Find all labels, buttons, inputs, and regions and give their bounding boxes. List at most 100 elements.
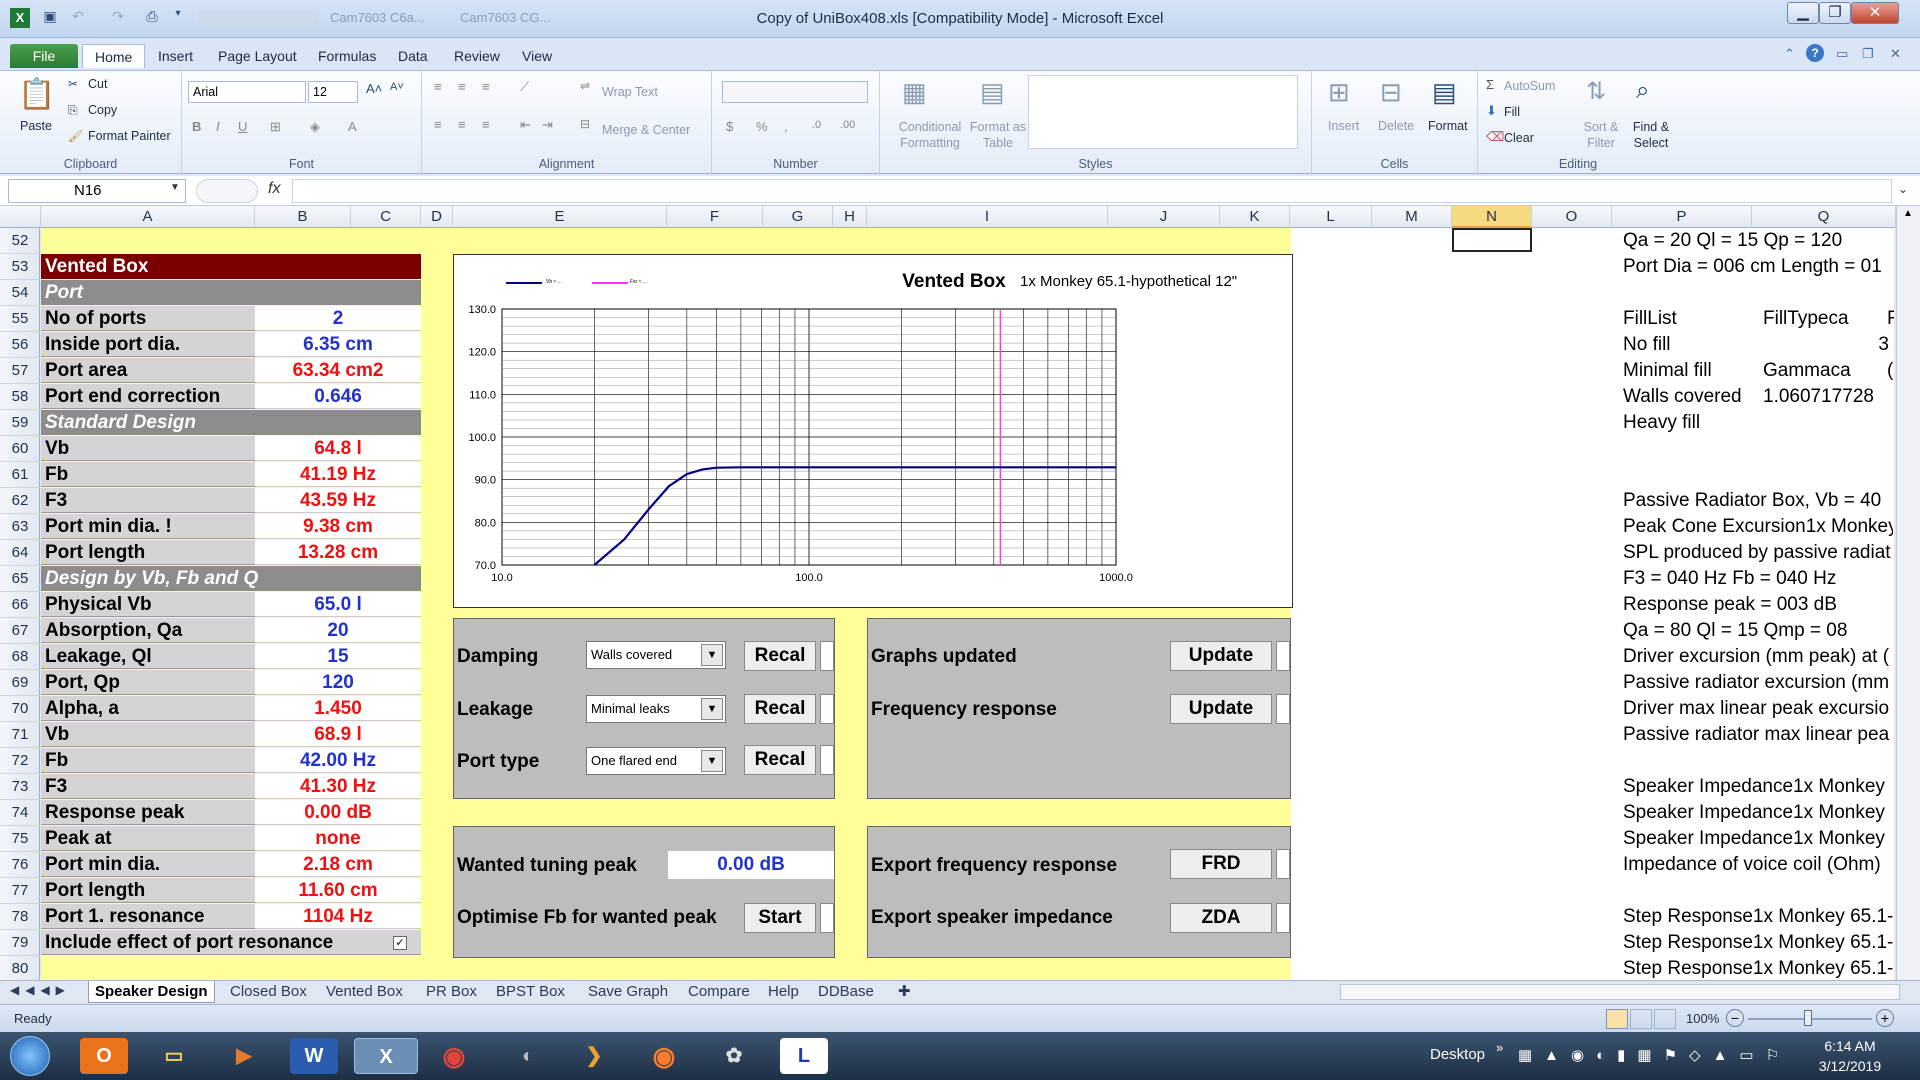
- tab-home[interactable]: Home: [82, 44, 146, 68]
- leakage-recal-button[interactable]: Recal: [744, 694, 816, 724]
- conditional-formatting-button[interactable]: Conditional Formatting: [890, 119, 970, 151]
- normal-view-icon[interactable]: [1606, 1009, 1628, 1029]
- sheet-tab[interactable]: Compare: [682, 981, 756, 1003]
- cell-p[interactable]: Qa = 20 Ql = 15 Qp = 120: [1623, 230, 1893, 252]
- column-header-c[interactable]: C: [351, 206, 421, 228]
- row-header[interactable]: 61: [0, 462, 40, 488]
- column-header-g[interactable]: G: [763, 206, 833, 228]
- param-value[interactable]: 13.28 cm: [255, 540, 421, 565]
- param-value[interactable]: 15: [255, 644, 421, 669]
- row-header[interactable]: 67: [0, 618, 40, 644]
- param-value[interactable]: 0.646: [255, 384, 421, 409]
- column-header-n[interactable]: N: [1452, 206, 1532, 228]
- param-value[interactable]: 1.450: [255, 696, 421, 721]
- column-header-l[interactable]: L: [1290, 206, 1372, 228]
- tab-data[interactable]: Data: [386, 44, 440, 68]
- shrink-font-icon[interactable]: A˅: [390, 81, 404, 93]
- row-header[interactable]: 69: [0, 670, 40, 696]
- wrap-text-button[interactable]: Wrap Text: [602, 85, 658, 99]
- row-header[interactable]: 54: [0, 280, 40, 306]
- font-color-icon[interactable]: A: [348, 119, 357, 134]
- insert-sheet-icon[interactable]: ✚: [892, 981, 917, 1003]
- param-value[interactable]: 20: [255, 618, 421, 643]
- workbook-minimize-icon[interactable]: ▭: [1836, 46, 1848, 62]
- column-header-o[interactable]: O: [1532, 206, 1612, 228]
- param-value[interactable]: 2.18 cm: [255, 852, 421, 877]
- cell-p[interactable]: Passive Radiator Box, Vb = 40: [1623, 490, 1893, 512]
- page-layout-view-icon[interactable]: [1630, 1009, 1652, 1029]
- column-header-p[interactable]: P: [1612, 206, 1752, 228]
- sheet-tab[interactable]: Help: [762, 981, 805, 1003]
- cell-r[interactable]: F: [1887, 308, 1894, 330]
- firefox-icon[interactable]: ◉: [640, 1038, 688, 1074]
- underline-icon[interactable]: U: [238, 119, 247, 134]
- row-header[interactable]: 68: [0, 644, 40, 670]
- damping-recal-button[interactable]: Recal: [744, 641, 816, 671]
- zoom-in-icon[interactable]: +: [1876, 1009, 1894, 1027]
- cell-p[interactable]: Driver max linear peak excursio: [1623, 698, 1893, 720]
- find-select-button[interactable]: Find & Select: [1626, 119, 1676, 151]
- cell-r[interactable]: (: [1887, 360, 1893, 382]
- param-value[interactable]: 64.8 l: [255, 436, 421, 461]
- cut-button[interactable]: Cut: [88, 77, 107, 91]
- sheet-tab[interactable]: Save Graph: [582, 981, 674, 1003]
- frequency-update-button[interactable]: Update: [1170, 694, 1272, 724]
- orientation-icon[interactable]: ⟋: [520, 79, 529, 95]
- row-header[interactable]: 62: [0, 488, 40, 514]
- merge-center-button[interactable]: Merge & Center: [602, 123, 690, 137]
- scroll-up-icon[interactable]: ▲: [1899, 208, 1917, 226]
- zda-button[interactable]: ZDA: [1170, 903, 1272, 933]
- frd-button[interactable]: FRD: [1170, 849, 1272, 879]
- cell-p[interactable]: Qa = 80 Ql = 15 Qmp = 08: [1623, 620, 1893, 642]
- italic-icon[interactable]: I: [216, 119, 220, 134]
- app-icon-3[interactable]: L: [780, 1038, 828, 1074]
- cell-p[interactable]: Step Response1x Monkey 65.1-: [1623, 906, 1893, 928]
- row-header[interactable]: 66: [0, 592, 40, 618]
- param-value[interactable]: 9.38 cm: [255, 514, 421, 539]
- selected-cell-n16[interactable]: [1452, 228, 1532, 252]
- fill-button[interactable]: Fill: [1504, 105, 1520, 119]
- sheet-tab[interactable]: Speaker Design: [88, 981, 215, 1003]
- vented-box-chart[interactable]: Vented Box 1x Monkey 65.1-hypothetical 1…: [453, 254, 1293, 608]
- row-header[interactable]: 77: [0, 878, 40, 904]
- format-painter-button[interactable]: Format Painter: [88, 129, 171, 143]
- tab-insert[interactable]: Insert: [146, 44, 205, 68]
- grow-font-icon[interactable]: A˄: [366, 81, 382, 96]
- percent-icon[interactable]: %: [756, 119, 768, 134]
- comma-icon[interactable]: ,: [784, 119, 788, 134]
- borders-icon[interactable]: ⊞: [270, 119, 281, 135]
- start-button[interactable]: Start: [744, 903, 816, 933]
- align-top-icon[interactable]: ≡: [434, 79, 442, 94]
- param-value[interactable]: 41.30 Hz: [255, 774, 421, 799]
- column-header-f[interactable]: F: [667, 206, 763, 228]
- insert-function-icon[interactable]: fx: [268, 180, 280, 198]
- cell-p[interactable]: Passive radiator max linear pea: [1623, 724, 1893, 746]
- format-cells-button[interactable]: Format: [1428, 119, 1468, 133]
- align-bottom-icon[interactable]: ≡: [482, 79, 490, 94]
- decrease-indent-icon[interactable]: ⇤: [520, 117, 531, 133]
- column-header-j[interactable]: J: [1108, 206, 1220, 228]
- plex-icon[interactable]: ❯: [570, 1038, 618, 1074]
- param-value[interactable]: 11.60 cm: [255, 878, 421, 903]
- row-header[interactable]: 75: [0, 826, 40, 852]
- column-header-e[interactable]: E: [453, 206, 667, 228]
- port-type-recal-button[interactable]: Recal: [744, 745, 816, 775]
- zoom-level[interactable]: 100%: [1686, 1011, 1719, 1026]
- column-header-d[interactable]: D: [421, 206, 453, 228]
- align-left-icon[interactable]: ≡: [434, 117, 442, 132]
- param-value[interactable]: 6.35 cm: [255, 332, 421, 357]
- clock-time[interactable]: 6:14 AM: [1790, 1038, 1910, 1054]
- align-middle-icon[interactable]: ≡: [458, 79, 466, 94]
- param-value[interactable]: 42.00 Hz: [255, 748, 421, 773]
- row-header[interactable]: 56: [0, 332, 40, 358]
- sheet-tab[interactable]: BPST Box: [490, 981, 571, 1003]
- name-box-dropdown-icon[interactable]: ▼: [170, 182, 180, 193]
- chevron-down-icon[interactable]: ▼: [701, 698, 723, 720]
- select-all-corner[interactable]: [0, 206, 41, 228]
- increase-indent-icon[interactable]: ⇥: [542, 117, 553, 133]
- row-header[interactable]: 72: [0, 748, 40, 774]
- page-break-view-icon[interactable]: [1654, 1009, 1676, 1029]
- row-header[interactable]: 80: [0, 956, 40, 982]
- cell-q[interactable]: FillTypeca: [1763, 308, 1849, 330]
- insert-cells-button[interactable]: Insert: [1328, 119, 1359, 133]
